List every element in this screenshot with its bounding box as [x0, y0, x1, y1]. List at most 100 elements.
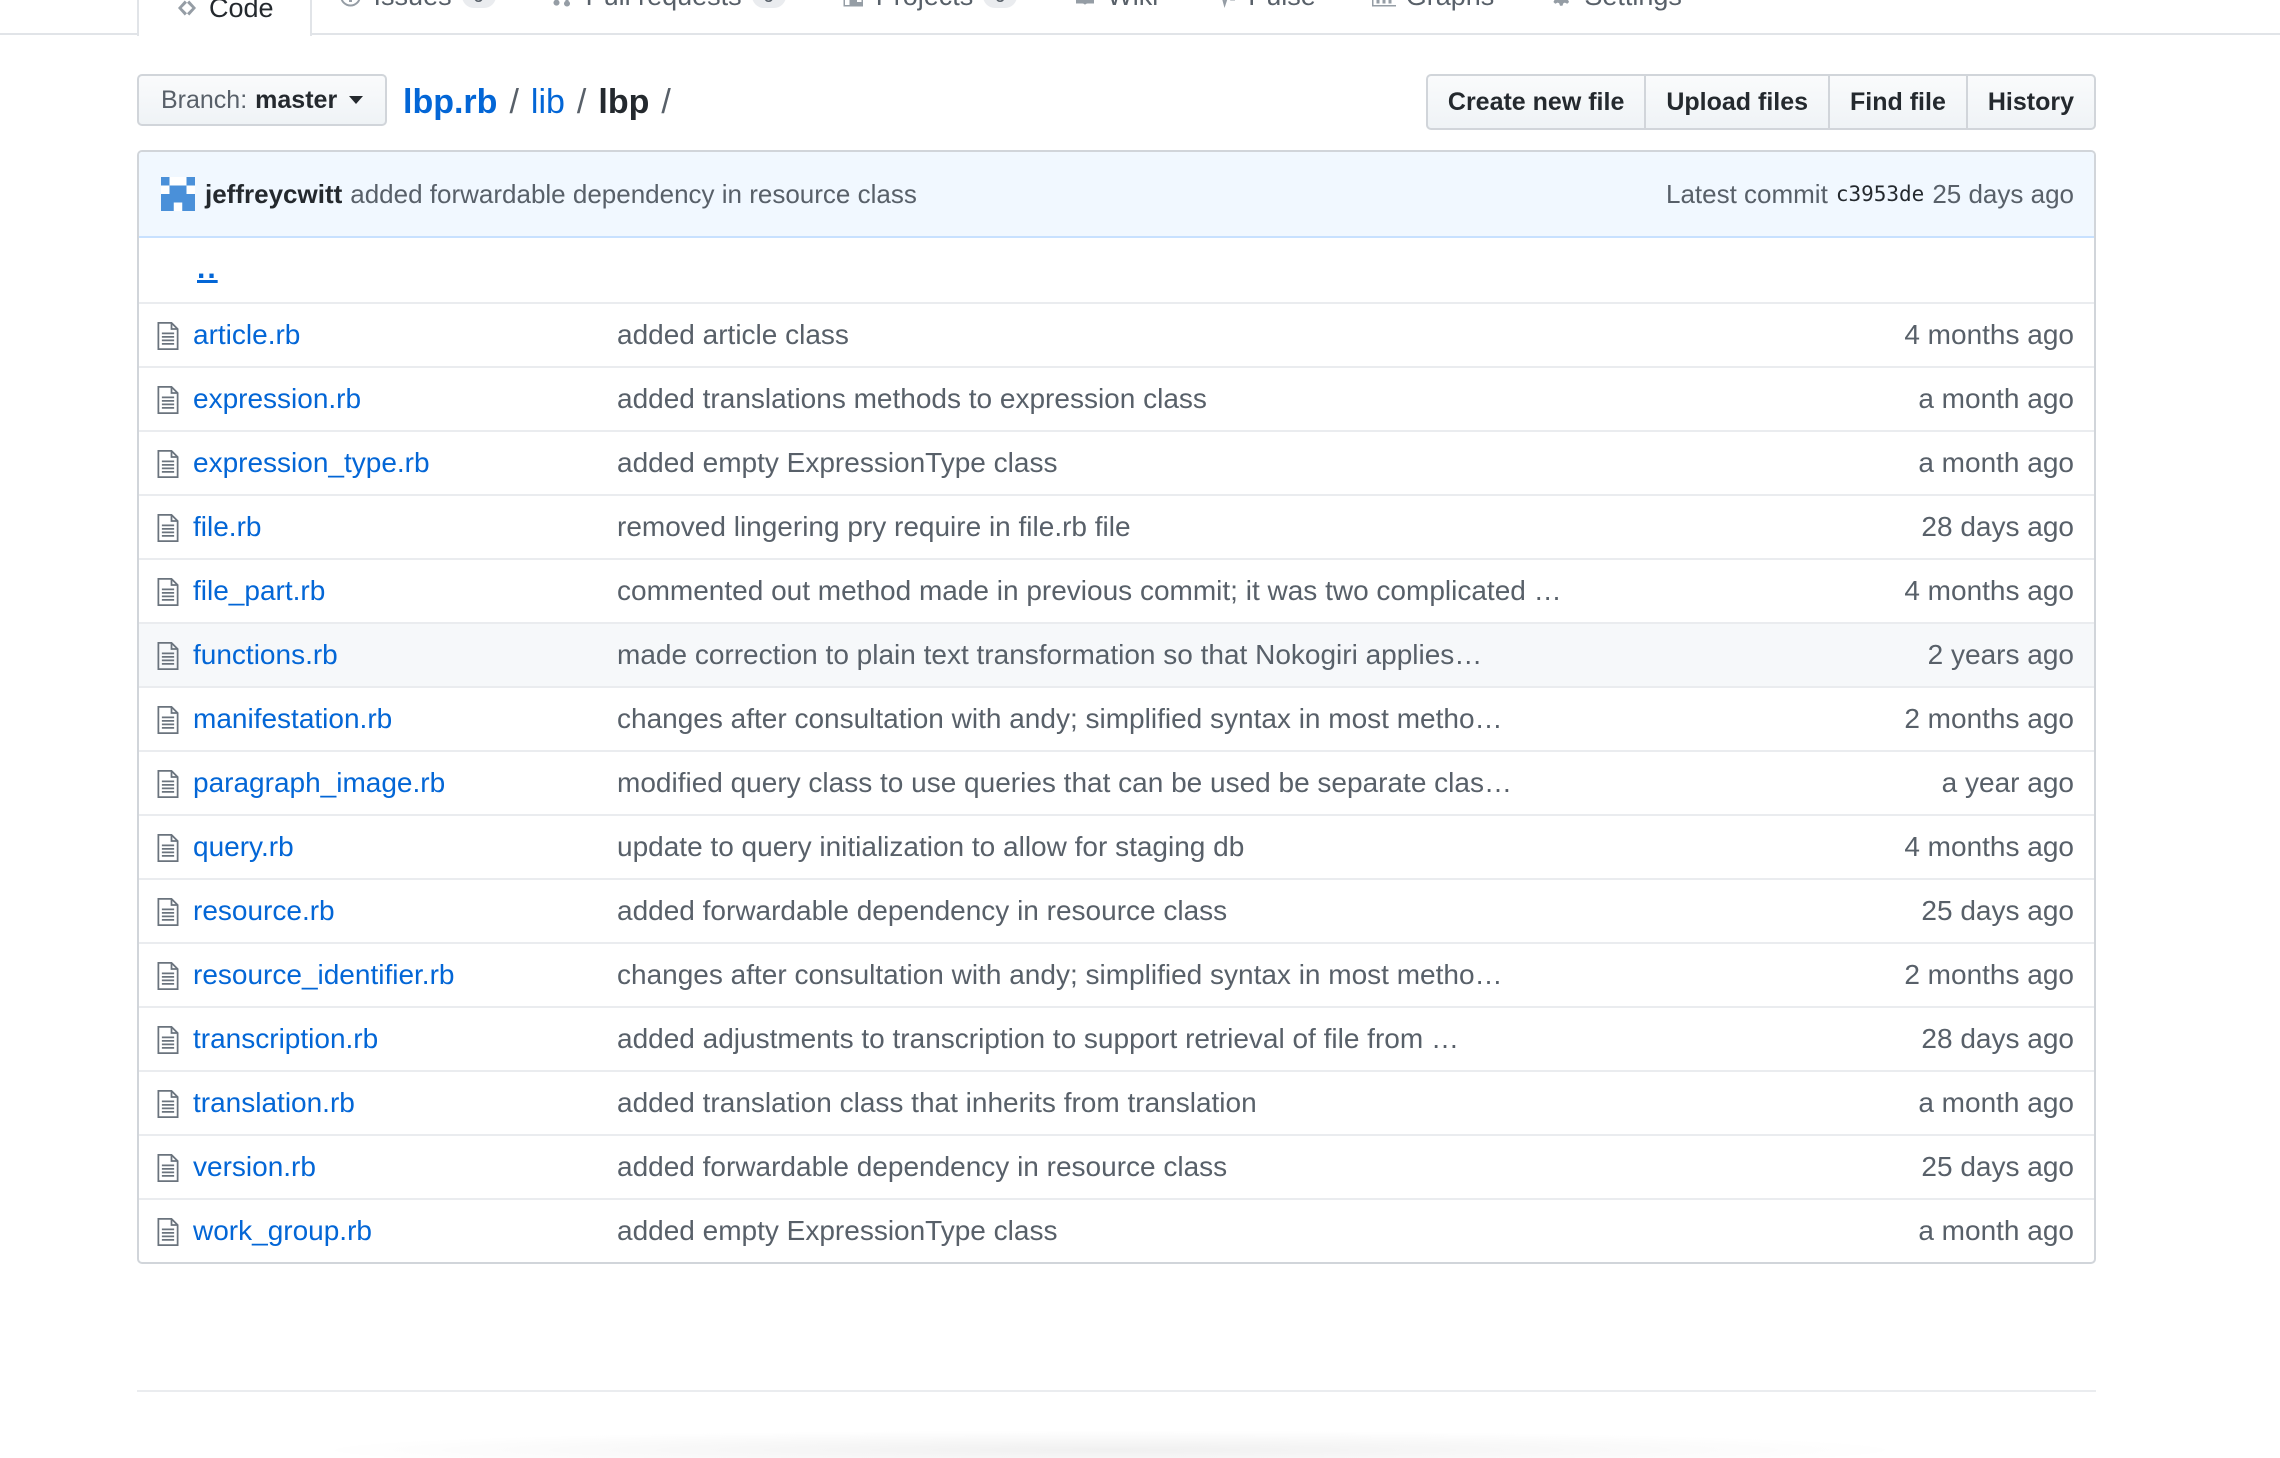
code-icon [178, 0, 196, 16]
file-commit-message[interactable]: added translations methods to expression… [617, 383, 1207, 415]
tab-projects[interactable]: Projects 0 [814, 0, 1046, 16]
file-listing: jeffreycwitt added forwardable dependenc… [137, 150, 2096, 1264]
commit-tease: jeffreycwitt added forwardable dependenc… [139, 152, 2094, 238]
file-row: version.rb added forwardable dependency i… [139, 1134, 2094, 1198]
file-icon [157, 898, 179, 926]
file-name-link[interactable]: paragraph_image.rb [193, 767, 445, 799]
breadcrumb-separator: / [576, 82, 587, 121]
tab-label: Issues [374, 0, 452, 12]
tab-label: Pulse [1248, 0, 1316, 12]
file-commit-message[interactable]: modified query class to use queries that… [617, 767, 1512, 799]
file-age: 4 months ago [1904, 319, 2074, 350]
file-age: 2 years ago [1927, 639, 2074, 670]
parent-directory-link[interactable]: .. [197, 252, 218, 286]
file-row: paragraph_image.rb modified query class t… [139, 750, 2094, 814]
file-age: 2 months ago [1904, 959, 2074, 990]
avatar[interactable] [161, 177, 195, 211]
file-commit-message[interactable]: added adjustments to transcription to su… [617, 1023, 1459, 1055]
file-row: article.rb added article class 4 months ag… [139, 302, 2094, 366]
repo-tabs: Code Issues 0 Pull requests 0 Projects 0 Wiki Pu… [137, 0, 1710, 36]
file-icon [157, 1026, 179, 1054]
tab-label: Settings [1584, 0, 1682, 12]
file-name-link[interactable]: translation.rb [193, 1087, 355, 1119]
file-name-link[interactable]: manifestation.rb [193, 703, 392, 735]
commit-author[interactable]: jeffreycwitt [205, 179, 342, 210]
pull-request-icon [553, 0, 570, 7]
file-icon [157, 706, 179, 734]
create-new-file-button[interactable]: Create new file [1425, 74, 1647, 130]
file-age: 28 days ago [1921, 1023, 2074, 1054]
tab-label: Projects [876, 0, 974, 12]
file-name-link[interactable]: resource_identifier.rb [193, 959, 454, 991]
tab-counter: 0 [751, 0, 786, 8]
commit-sha[interactable]: c3953de [1836, 182, 1925, 206]
file-age: 25 days ago [1921, 895, 2074, 926]
tab-pulse[interactable]: Pulse [1186, 0, 1344, 16]
file-commit-message[interactable]: added empty ExpressionType class [617, 447, 1057, 479]
file-commit-message[interactable]: added article class [617, 319, 849, 351]
file-row: file_part.rb commented out method made in… [139, 558, 2094, 622]
file-name-link[interactable]: file.rb [193, 511, 261, 543]
file-commit-message[interactable]: commented out method made in previous co… [617, 575, 1562, 607]
file-name-link[interactable]: resource.rb [193, 895, 335, 927]
breadcrumb-repo-link[interactable]: lbp.rb [403, 83, 497, 122]
tab-pull-requests[interactable]: Pull requests 0 [524, 0, 814, 16]
file-row: expression.rb added translations methods … [139, 366, 2094, 430]
tab-label: Pull requests [586, 0, 742, 12]
tab-counter: 0 [461, 0, 496, 8]
file-commit-message[interactable]: added forwardable dependency in resource… [617, 1151, 1227, 1183]
file-name-link[interactable]: query.rb [193, 831, 294, 863]
file-age: 4 months ago [1904, 575, 2074, 606]
file-row: transcription.rb added adjustments to tra… [139, 1006, 2094, 1070]
file-name-link[interactable]: transcription.rb [193, 1023, 378, 1055]
graph-icon [1371, 0, 1396, 7]
file-commit-message[interactable]: added translation class that inherits fr… [617, 1087, 1257, 1119]
file-row: work_group.rb added empty ExpressionType … [139, 1198, 2094, 1262]
tab-settings[interactable]: Settings [1522, 0, 1710, 16]
file-name-link[interactable]: expression_type.rb [193, 447, 430, 479]
file-commit-message[interactable]: changes after consultation with andy; si… [617, 703, 1503, 735]
file-name-link[interactable]: version.rb [193, 1151, 316, 1183]
tab-graphs[interactable]: Graphs [1344, 0, 1523, 16]
file-name-link[interactable]: article.rb [193, 319, 300, 351]
tab-label: Graphs [1406, 0, 1495, 12]
file-commit-message[interactable]: update to query initialization to allow … [617, 831, 1244, 863]
upload-files-button[interactable]: Upload files [1644, 74, 1831, 130]
footer-divider [137, 1390, 2096, 1392]
pulse-icon [1222, 0, 1236, 8]
breadcrumb-dir-link[interactable]: lib [531, 83, 565, 122]
file-icon [157, 642, 179, 670]
file-icon [157, 578, 179, 606]
branch-label: Branch: [161, 85, 248, 114]
find-file-button[interactable]: Find file [1828, 74, 1968, 130]
file-row: functions.rb made correction to plain tex… [139, 622, 2094, 686]
file-icon [157, 1218, 179, 1246]
file-row: resource_identifier.rb changes after cons… [139, 942, 2094, 1006]
file-icon [157, 962, 179, 990]
repo-nav: Code Issues 0 Pull requests 0 Projects 0 Wiki Pu… [0, 0, 2280, 36]
file-commit-message[interactable]: added forwardable dependency in resource… [617, 895, 1227, 927]
file-name-link[interactable]: file_part.rb [193, 575, 325, 607]
branch-select-button[interactable]: Branch: master [137, 74, 388, 126]
tab-wiki[interactable]: Wiki [1045, 0, 1186, 16]
file-age: a year ago [1941, 767, 2074, 798]
file-commit-message[interactable]: added empty ExpressionType class [617, 1215, 1057, 1247]
file-commit-message[interactable]: made correction to plain text transforma… [617, 639, 1482, 671]
file-name-link[interactable]: functions.rb [193, 639, 338, 671]
file-name-link[interactable]: work_group.rb [193, 1215, 372, 1247]
file-age: a month ago [1918, 447, 2074, 478]
tab-issues[interactable]: Issues 0 [312, 0, 524, 16]
history-button[interactable]: History [1965, 74, 2096, 130]
file-commit-message[interactable]: changes after consultation with andy; si… [617, 959, 1503, 991]
footer-shadow [300, 1430, 1920, 1458]
file-age: a month ago [1918, 1087, 2074, 1118]
commit-age: 25 days ago [1932, 178, 2074, 209]
file-row: expression_type.rb added empty Expression… [139, 430, 2094, 494]
commit-message[interactable]: added forwardable dependency in resource… [350, 179, 917, 210]
tab-label: Code [209, 0, 274, 23]
tab-code[interactable]: Code [137, 0, 312, 36]
book-icon [1076, 0, 1095, 5]
file-icon [157, 514, 179, 542]
file-commit-message[interactable]: removed lingering pry require in file.rb… [617, 511, 1131, 543]
file-name-link[interactable]: expression.rb [193, 383, 361, 415]
